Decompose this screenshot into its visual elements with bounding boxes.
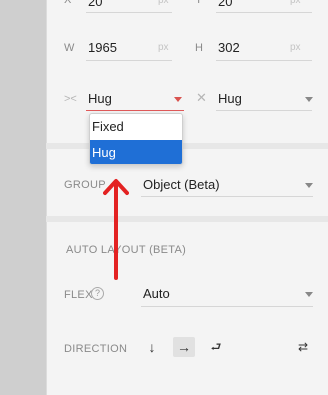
- width-unit: px: [158, 42, 169, 53]
- width-input[interactable]: 1965: [88, 40, 117, 55]
- y-label: Y: [195, 0, 203, 6]
- group-underline: [141, 196, 313, 197]
- horizontal-resize-icon: ><: [64, 93, 77, 105]
- vertical-resize-icon: ✕: [196, 90, 207, 105]
- flex-underline: [141, 306, 313, 307]
- width-label: W: [64, 42, 75, 54]
- x-input[interactable]: 20: [88, 0, 102, 9]
- group-select[interactable]: Object (Beta): [143, 177, 220, 192]
- direction-right-button[interactable]: →: [173, 337, 195, 357]
- chevron-down-icon[interactable]: [305, 292, 313, 297]
- canvas-edge: [0, 0, 46, 395]
- direction-label: DIRECTION: [64, 343, 128, 355]
- height-unit: px: [290, 42, 301, 53]
- section-divider: [46, 216, 328, 222]
- y-unit: px: [290, 0, 301, 6]
- horizontal-sizing-underline: [86, 110, 184, 111]
- chevron-down-icon[interactable]: [305, 97, 313, 102]
- direction-swap-button[interactable]: ⇄: [292, 337, 314, 357]
- y-underline: [216, 12, 312, 13]
- height-underline: [216, 60, 312, 61]
- x-label: X: [64, 0, 72, 6]
- annotation-arrow-icon: [103, 179, 129, 280]
- chevron-down-icon[interactable]: [174, 97, 182, 102]
- direction-down-button[interactable]: ↓: [141, 337, 163, 357]
- dropdown-option-hug[interactable]: Hug: [90, 140, 182, 164]
- horizontal-sizing-select[interactable]: Hug: [88, 91, 112, 106]
- height-label: H: [195, 42, 204, 54]
- y-input[interactable]: 20: [218, 0, 232, 9]
- sizing-dropdown-menu: Fixed Hug: [89, 113, 183, 165]
- dropdown-option-fixed[interactable]: Fixed: [90, 114, 182, 140]
- help-icon[interactable]: ?: [91, 287, 104, 300]
- vertical-sizing-underline: [216, 110, 312, 111]
- x-unit: px: [158, 0, 169, 6]
- flex-label: FLEX: [64, 289, 93, 301]
- width-underline: [86, 60, 172, 61]
- height-input[interactable]: 302: [218, 40, 240, 55]
- flex-select[interactable]: Auto: [143, 286, 170, 301]
- chevron-down-icon[interactable]: [305, 183, 313, 188]
- direction-wrap-button[interactable]: ⮐: [205, 337, 227, 357]
- group-label: GROUP: [64, 179, 106, 191]
- vertical-sizing-select[interactable]: Hug: [218, 91, 242, 106]
- x-underline: [86, 12, 172, 13]
